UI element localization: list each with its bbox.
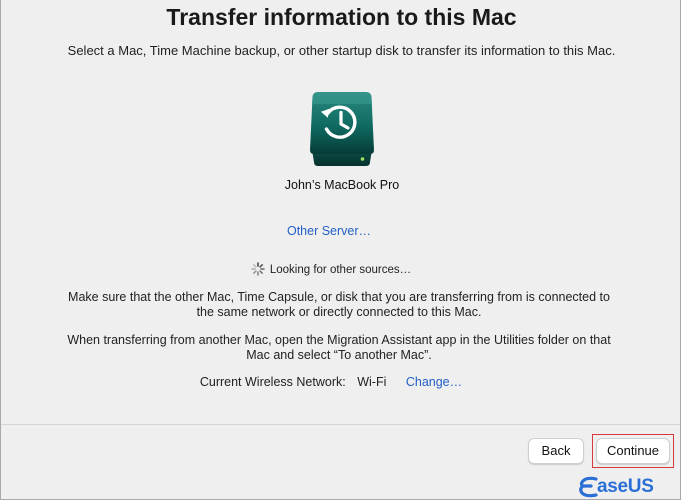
source-disk-item[interactable]: John’s MacBook Pro bbox=[267, 88, 417, 200]
back-button[interactable]: Back bbox=[528, 438, 584, 464]
status-text: Looking for other sources… bbox=[269, 264, 412, 276]
watermark-text: aseUS bbox=[597, 476, 654, 497]
network-label: Current Wireless Network: bbox=[199, 375, 346, 389]
footer-divider bbox=[1, 424, 680, 425]
time-machine-disk-icon bbox=[310, 92, 374, 166]
network-value: Wi-Fi bbox=[357, 375, 387, 389]
change-network-link[interactable]: Change… bbox=[406, 375, 462, 389]
status-row: Looking for other sources… bbox=[1, 262, 661, 276]
network-row: Current Wireless Network: Wi-Fi Change… bbox=[1, 375, 661, 389]
source-disk-label: John’s MacBook Pro bbox=[284, 178, 400, 192]
page-title: Transfer information to this Mac bbox=[166, 4, 517, 30]
migration-assistant-window: Transfer information to this Mac Select … bbox=[0, 0, 681, 500]
migration-instructions: When transferring from another Mac, open… bbox=[67, 333, 611, 362]
other-server-link[interactable]: Other Server… bbox=[1, 224, 657, 238]
connection-instructions: Make sure that the other Mac, Time Capsu… bbox=[68, 290, 610, 319]
spinner-icon bbox=[251, 262, 265, 276]
continue-button[interactable]: Continue bbox=[596, 438, 670, 464]
easeus-watermark: aseUS bbox=[578, 473, 681, 500]
page-subtitle: Select a Mac, Time Machine backup, or ot… bbox=[67, 43, 616, 58]
